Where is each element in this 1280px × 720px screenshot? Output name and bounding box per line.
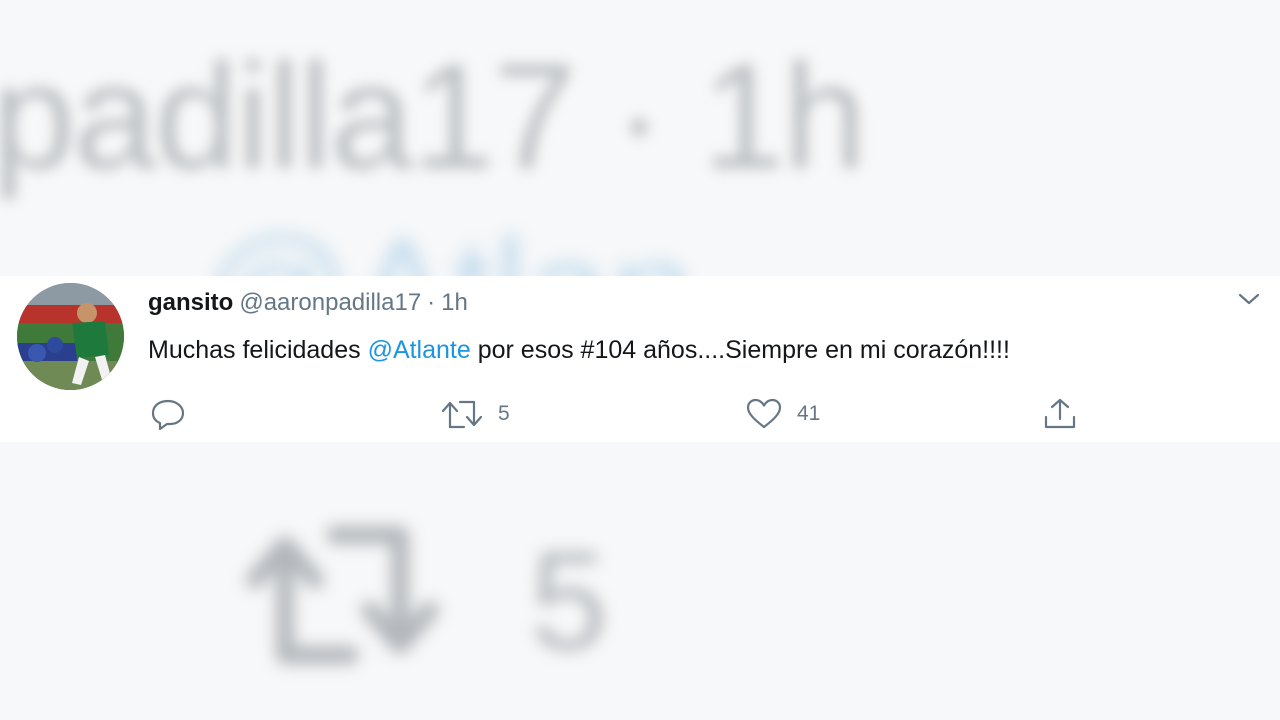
background-retweet-count: 5 [530,522,608,679]
reply-button[interactable] [150,397,186,431]
background-retweet-icon [240,515,440,670]
retweet-button[interactable]: 5 [440,397,510,431]
heart-icon [745,397,783,431]
tweet-header: gansito @aaronpadilla17 · 1h [148,289,468,317]
tweet-text: Muchas felicidades @Atlante por esos #10… [148,336,1010,365]
retweet-icon [440,397,484,431]
tweet-card[interactable]: gansito @aaronpadilla17 · 1h Muchas felicid… [0,276,1280,442]
tweet-timestamp[interactable]: 1h [441,289,468,316]
tweet-text-before: Muchas felicidades [148,336,368,364]
header-separator: · [427,289,436,316]
mention-link[interactable]: @Atlante [368,336,471,364]
user-handle[interactable]: @aaronpadilla17 [239,289,421,316]
reply-icon [150,397,186,431]
chevron-down-icon[interactable] [1236,290,1262,308]
share-icon [1042,397,1078,431]
avatar[interactable] [17,283,124,390]
like-button[interactable]: 41 [745,397,820,431]
tweet-text-after: por esos #104 años....Siempre en mi cora… [470,336,1010,364]
display-name[interactable]: gansito [148,289,233,316]
background-handle-text: padilla17 · 1h [0,32,867,200]
retweet-count: 5 [498,402,510,425]
share-button[interactable] [1042,397,1078,431]
like-count: 41 [797,402,821,425]
